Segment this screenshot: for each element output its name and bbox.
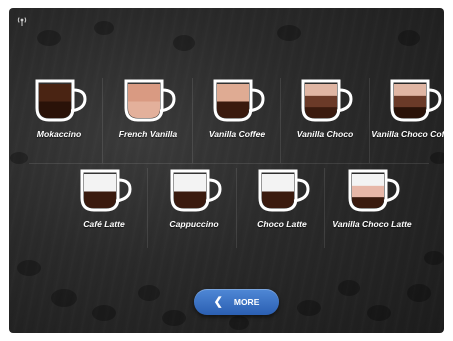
drink-option[interactable]: Mokaccino	[14, 78, 104, 139]
coffee-cup-icon	[390, 79, 442, 122]
more-button[interactable]: ❮ MORE	[194, 289, 279, 315]
drink-option[interactable]: Vanilla Choco	[280, 78, 370, 139]
drink-selection-screen: Mokaccino French Vanilla Vanilla Coffee Van…	[9, 8, 444, 333]
drink-option[interactable]: French Vanilla	[103, 78, 193, 139]
more-button-label: MORE	[233, 297, 260, 307]
drink-option[interactable]: Vanilla Choco Coffee	[369, 78, 444, 139]
drink-label: Mokaccino	[36, 129, 82, 139]
coffee-cup-icon	[348, 169, 400, 212]
drink-label: Vanilla Choco	[296, 129, 354, 139]
drink-option[interactable]: Cappuccino	[149, 168, 239, 229]
coffee-cup-icon	[80, 169, 132, 212]
coffee-cup-icon	[213, 79, 265, 122]
drink-label: Vanilla Choco Latte	[332, 219, 412, 229]
drink-label: Choco Latte	[257, 219, 307, 229]
coffee-cup-icon	[170, 169, 222, 212]
coffee-cup-icon	[35, 79, 87, 122]
coffee-cup-icon	[124, 79, 176, 122]
drink-option[interactable]: Vanilla Coffee	[192, 78, 282, 139]
grid-divider	[29, 163, 429, 164]
drink-label: Café Latte	[83, 219, 125, 229]
drink-label: French Vanilla	[118, 129, 178, 139]
drink-label: Vanilla Choco Coffee	[371, 129, 444, 139]
wifi-antenna-icon	[17, 17, 27, 26]
drink-label: Cappuccino	[169, 219, 219, 229]
coffee-cup-icon	[258, 169, 310, 212]
drink-option[interactable]: Choco Latte	[237, 168, 327, 229]
drink-label: Vanilla Coffee	[208, 129, 266, 139]
chevron-left-icon: ❮	[213, 295, 223, 308]
coffee-cup-icon	[301, 79, 353, 122]
drink-option[interactable]: Vanilla Choco Latte	[327, 168, 417, 229]
drink-option[interactable]: Café Latte	[59, 168, 149, 229]
